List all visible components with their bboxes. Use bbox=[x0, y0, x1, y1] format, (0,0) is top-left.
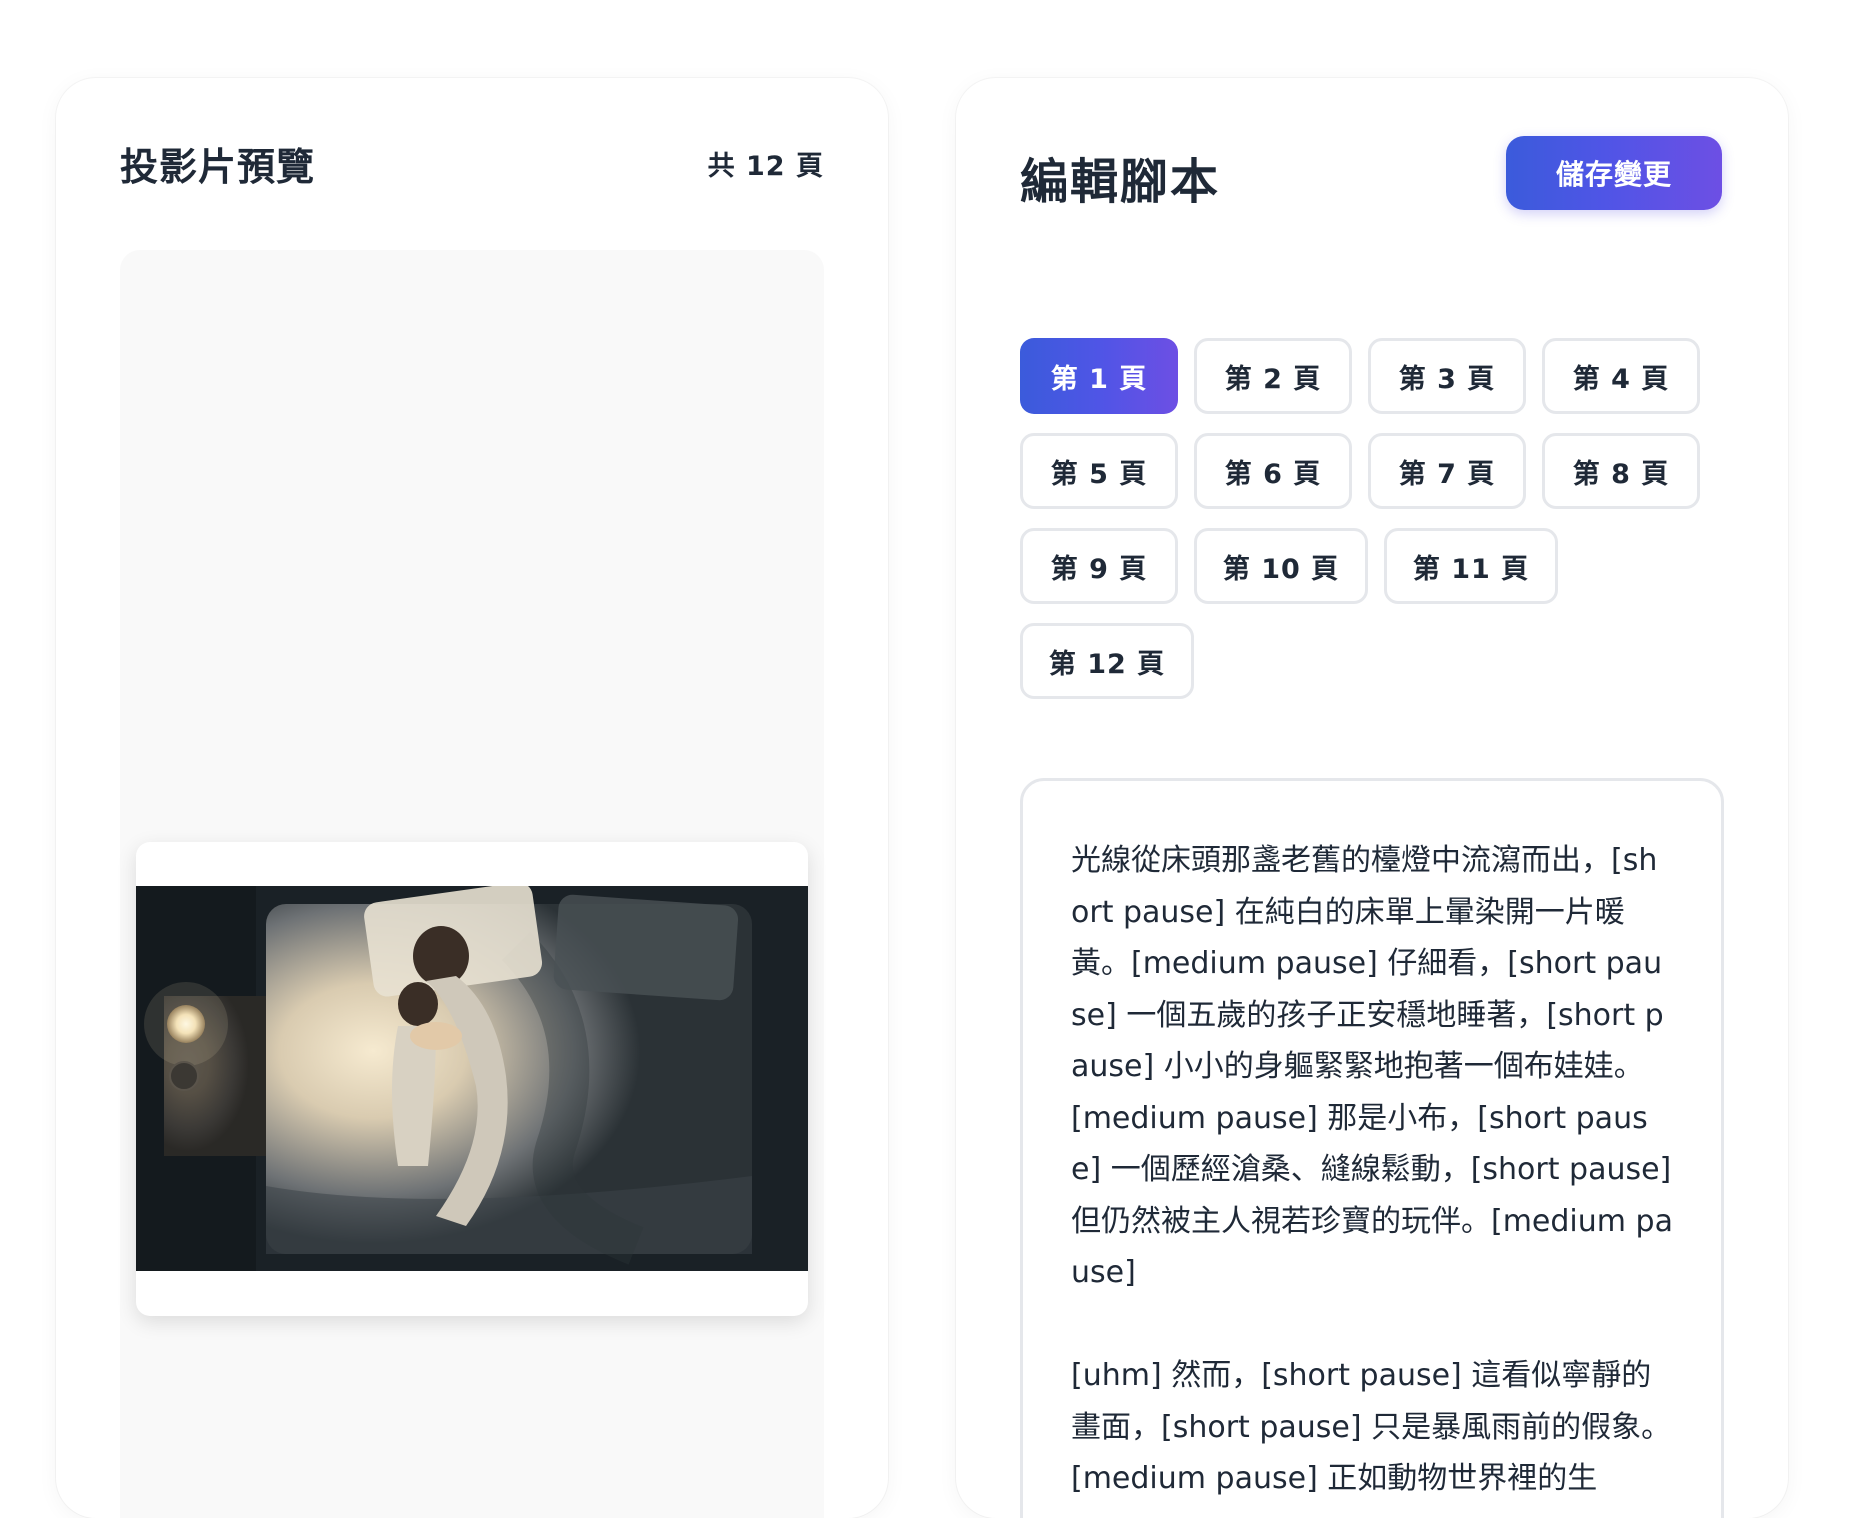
page-button-12[interactable]: 第 12 頁 bbox=[1020, 623, 1194, 699]
page-button-6[interactable]: 第 6 頁 bbox=[1194, 433, 1352, 509]
page-count-label: 共 12 頁 bbox=[707, 151, 824, 182]
preview-area bbox=[120, 250, 824, 1518]
slide-preview-panel: 投影片預覽 共 12 頁 bbox=[56, 78, 888, 1518]
page-button-2[interactable]: 第 2 頁 bbox=[1194, 338, 1352, 414]
page-button-1[interactable]: 第 1 頁 bbox=[1020, 338, 1178, 414]
slide-image bbox=[136, 886, 808, 1271]
page-button-8[interactable]: 第 8 頁 bbox=[1542, 433, 1700, 509]
page-button-7[interactable]: 第 7 頁 bbox=[1368, 433, 1526, 509]
page-button-10[interactable]: 第 10 頁 bbox=[1194, 528, 1368, 604]
script-textarea[interactable]: 光線從床頭那盞老舊的檯燈中流瀉而出，[short pause] 在純白的床單上暈… bbox=[1020, 778, 1724, 1518]
page-button-9[interactable]: 第 9 頁 bbox=[1020, 528, 1178, 604]
slide-thumbnail[interactable] bbox=[136, 842, 808, 1316]
script-editor-panel: 編輯腳本 儲存變更 第 1 頁 第 2 頁 第 3 頁 第 4 頁 第 5 頁 … bbox=[956, 78, 1788, 1518]
page-button-11[interactable]: 第 11 頁 bbox=[1384, 528, 1558, 604]
save-changes-button[interactable]: 儲存變更 bbox=[1506, 136, 1722, 210]
editor-title: 編輯腳本 bbox=[1020, 154, 1221, 210]
preview-title: 投影片預覽 bbox=[120, 145, 316, 189]
page-button-4[interactable]: 第 4 頁 bbox=[1542, 338, 1700, 414]
script-text: 光線從床頭那盞老舊的檯燈中流瀉而出，[short pause] 在純白的床單上暈… bbox=[1071, 843, 1673, 1496]
page-button-5[interactable]: 第 5 頁 bbox=[1020, 433, 1178, 509]
page-button-3[interactable]: 第 3 頁 bbox=[1368, 338, 1526, 414]
